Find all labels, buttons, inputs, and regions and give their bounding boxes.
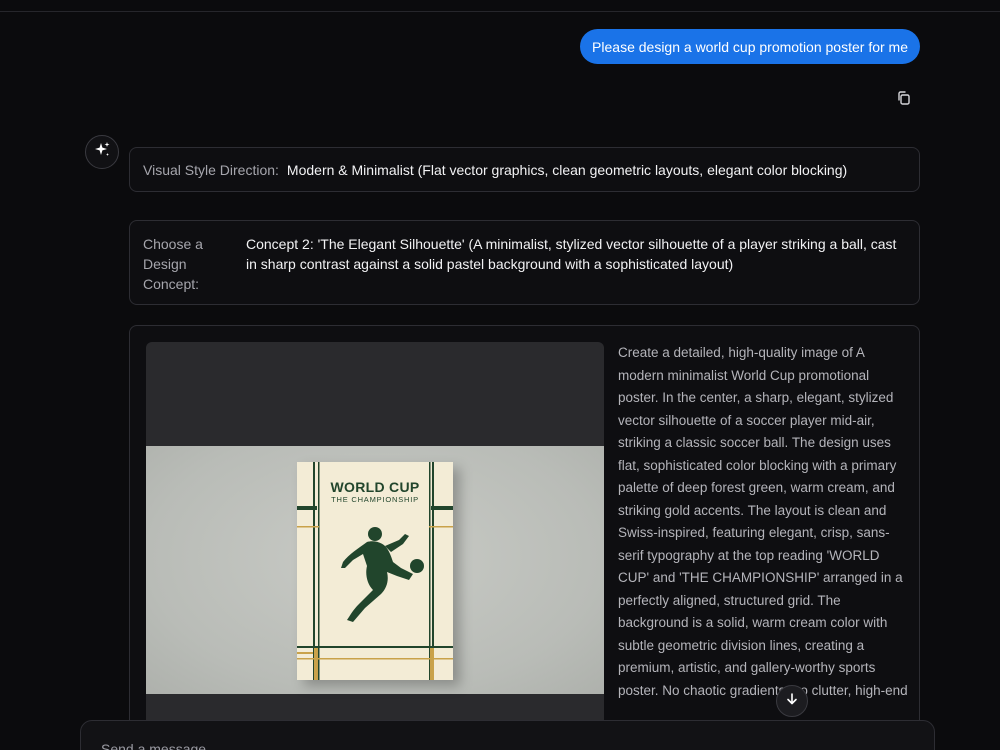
image-prompt-text: Create a detailed, high-quality image of… [618, 345, 908, 698]
style-direction-label: Visual Style Direction: [143, 161, 279, 178]
message-input[interactable] [101, 741, 801, 750]
assistant-avatar [85, 135, 119, 169]
poster-title: WORLD CUP [330, 479, 420, 495]
user-message-bubble: Please design a world cup promotion post… [580, 29, 920, 64]
poster-mockup-scene: WORLD CUP THE CHAMPIONSHIP [146, 446, 604, 694]
design-concept-label: Choose a Design Concept: [143, 236, 203, 292]
arrow-down-icon [785, 692, 799, 711]
sparkle-icon [93, 141, 111, 164]
generated-image-card: WORLD CUP THE CHAMPIONSHIP Create a deta… [129, 325, 920, 750]
scroll-down-button[interactable] [776, 685, 808, 717]
top-bar [0, 0, 1000, 12]
style-direction-card: Visual Style Direction: Modern & Minimal… [129, 147, 920, 192]
poster: WORLD CUP THE CHAMPIONSHIP [297, 462, 453, 680]
copy-icon[interactable] [895, 89, 913, 107]
style-direction-value: Modern & Minimalist (Flat vector graphic… [286, 161, 848, 178]
design-concept-value: Concept 2: 'The Elegant Silhouette' (A m… [246, 236, 897, 272]
poster-subtitle: THE CHAMPIONSHIP [331, 495, 419, 504]
message-composer [80, 720, 935, 750]
design-concept-card: Choose a Design Concept: Concept 2: 'The… [129, 220, 920, 305]
generated-image[interactable]: WORLD CUP THE CHAMPIONSHIP [146, 342, 604, 750]
